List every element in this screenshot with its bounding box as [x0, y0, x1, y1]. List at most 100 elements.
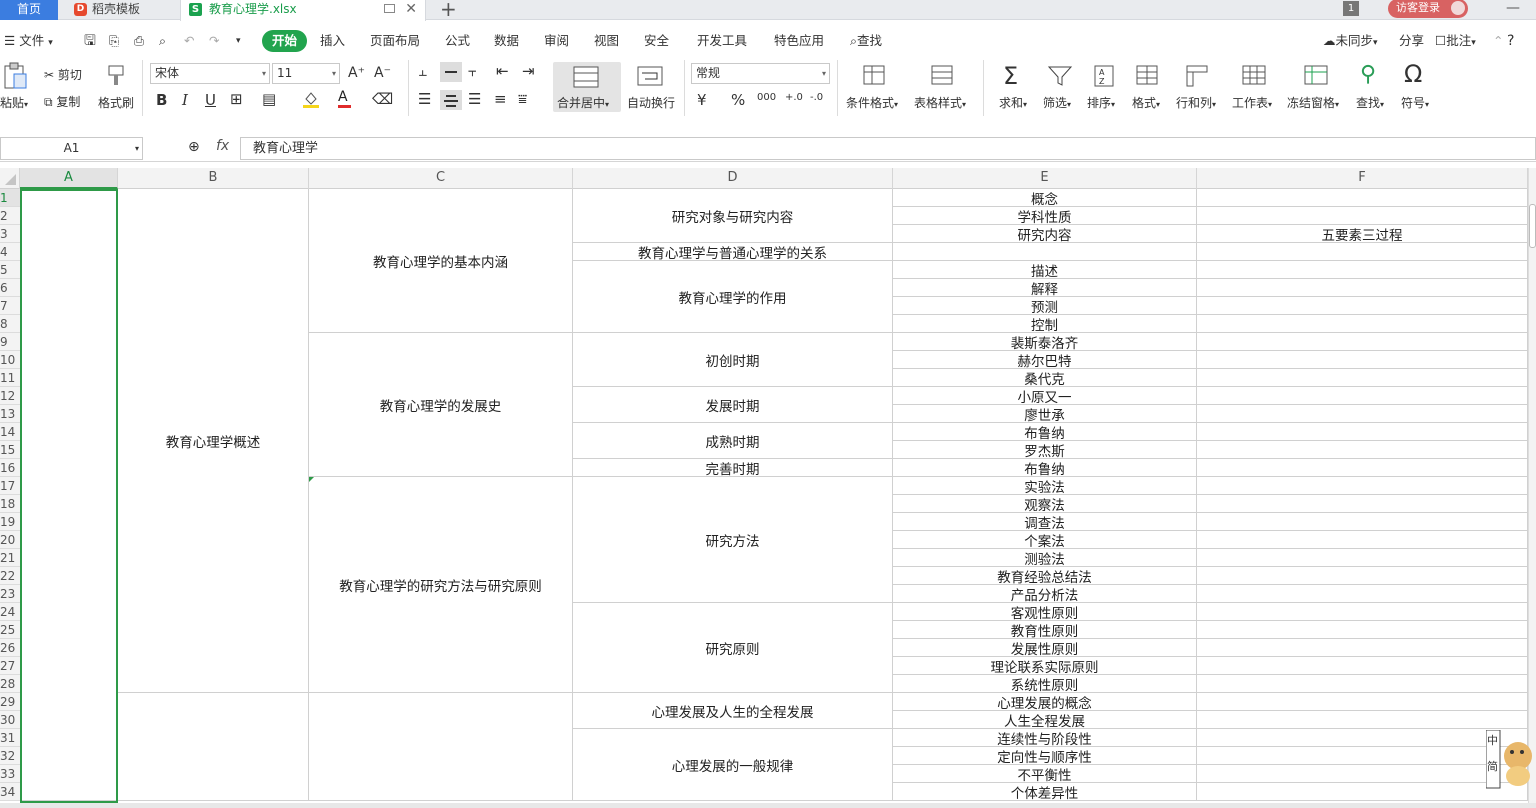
merge-center-button[interactable]: 合并居中▾: [553, 62, 621, 112]
cell-f[interactable]: [1197, 639, 1528, 657]
row-header[interactable]: 6: [0, 279, 20, 297]
row-header[interactable]: 3: [0, 225, 20, 243]
font-name-select[interactable]: 宋体 ▾: [150, 63, 270, 84]
font-size-select[interactable]: 11 ▾: [272, 63, 340, 84]
row-header[interactable]: 28: [0, 675, 20, 693]
share-button[interactable]: 分享: [1399, 30, 1424, 52]
cell-d-group[interactable]: 研究方法: [573, 477, 893, 603]
column-header-e[interactable]: E: [893, 168, 1197, 189]
omega-icon[interactable]: Ω: [1404, 60, 1422, 88]
cell-e[interactable]: 观察法: [893, 495, 1197, 513]
cell-c-group[interactable]: 教育心理学的发展史: [309, 333, 573, 477]
menu-tab-view[interactable]: 视图: [594, 30, 619, 52]
cell-f[interactable]: [1197, 369, 1528, 387]
row-header[interactable]: 22: [0, 567, 20, 585]
zoom-icon[interactable]: ⊕: [188, 139, 200, 155]
menu-tab-start[interactable]: 开始: [262, 30, 308, 52]
new-tab-button[interactable]: +: [440, 0, 457, 21]
sort-label[interactable]: 排序▾: [1087, 94, 1115, 111]
cell-f[interactable]: [1197, 585, 1528, 603]
row-header[interactable]: 9: [0, 333, 20, 351]
indent-increase-icon[interactable]: ⇥: [522, 62, 535, 80]
cell-d-group[interactable]: 心理发展及人生的全程发展: [573, 693, 893, 729]
cell-e[interactable]: 描述: [893, 261, 1197, 279]
row-header[interactable]: 25: [0, 621, 20, 639]
format-painter-label[interactable]: 格式刷: [98, 94, 134, 111]
cell-f[interactable]: [1197, 657, 1528, 675]
conditional-format-icon[interactable]: [862, 64, 888, 88]
row-header[interactable]: 30: [0, 711, 20, 729]
format-painter-icon[interactable]: [104, 64, 128, 88]
cell-f[interactable]: [1197, 333, 1528, 351]
cell-e[interactable]: 调查法: [893, 513, 1197, 531]
cell-c-empty[interactable]: [309, 693, 573, 801]
cell-e[interactable]: 教育性原则: [893, 621, 1197, 639]
row-header[interactable]: 16: [0, 459, 20, 477]
row-header[interactable]: 31: [0, 729, 20, 747]
cell-f[interactable]: [1197, 423, 1528, 441]
row-header[interactable]: 20: [0, 531, 20, 549]
row-header[interactable]: 13: [0, 405, 20, 423]
cell-e[interactable]: 个案法: [893, 531, 1197, 549]
cell-f[interactable]: [1197, 441, 1528, 459]
row-header[interactable]: 24: [0, 603, 20, 621]
cell-f[interactable]: [1197, 189, 1528, 207]
cell-e[interactable]: 不平衡性: [893, 765, 1197, 783]
cell-f[interactable]: [1197, 387, 1528, 405]
row-header[interactable]: 10: [0, 351, 20, 369]
row-header[interactable]: 11: [0, 369, 20, 387]
filter-label[interactable]: 筛选▾: [1043, 94, 1071, 111]
filter-icon[interactable]: [1047, 64, 1073, 88]
distribute-icon[interactable]: ⩸: [518, 90, 527, 108]
tab-template[interactable]: D 稻壳模板: [62, 0, 172, 20]
sync-button[interactable]: ☁未同步▾: [1323, 30, 1378, 52]
italic-button[interactable]: I: [182, 91, 188, 109]
find-icon[interactable]: ⚲: [1360, 62, 1376, 87]
cell-e[interactable]: 人生全程发展: [893, 711, 1197, 729]
print-preview-icon[interactable]: ⌕: [159, 30, 166, 52]
sum-label[interactable]: 求和▾: [999, 94, 1027, 111]
menu-tab-insert[interactable]: 插入: [320, 30, 345, 52]
align-top-icon[interactable]: ⫠: [418, 62, 427, 80]
cell-d-group[interactable]: 成熟时期: [573, 423, 893, 459]
export-icon[interactable]: ⎘: [109, 30, 119, 52]
cell-e[interactable]: 布鲁纳: [893, 423, 1197, 441]
redo-icon[interactable]: ↷: [209, 30, 219, 52]
decrease-decimal-button[interactable]: -.0: [810, 92, 823, 103]
row-header[interactable]: 17: [0, 477, 20, 495]
row-header[interactable]: 14: [0, 423, 20, 441]
eraser-icon[interactable]: ⌫: [372, 90, 393, 108]
cell-d-group[interactable]: 初创时期: [573, 333, 893, 387]
window-pin-icon[interactable]: [384, 4, 395, 13]
login-button[interactable]: 访客登录: [1388, 0, 1468, 18]
cell-e[interactable]: 赫尔巴特: [893, 351, 1197, 369]
row-header[interactable]: 27: [0, 657, 20, 675]
cell-f[interactable]: [1197, 603, 1528, 621]
menu-tab-formula[interactable]: 公式: [445, 30, 470, 52]
table-style-label[interactable]: 表格样式▾: [914, 94, 966, 111]
cell-e[interactable]: 测验法: [893, 549, 1197, 567]
cell-d-group[interactable]: 教育心理学的作用: [573, 261, 893, 333]
vertical-scrollbar[interactable]: [1528, 168, 1536, 808]
cell-c-group[interactable]: 教育心理学的基本内涵: [309, 189, 573, 333]
cell-e[interactable]: 裴斯泰洛齐: [893, 333, 1197, 351]
menu-search[interactable]: ⌕查找: [850, 30, 882, 52]
percent-button[interactable]: %: [731, 91, 745, 109]
worksheet-icon[interactable]: [1241, 64, 1267, 88]
cell-f[interactable]: [1197, 459, 1528, 477]
cell-d-group[interactable]: 完善时期: [573, 459, 893, 477]
cell-d-group[interactable]: 教育心理学与普通心理学的关系: [573, 243, 893, 261]
cell-e[interactable]: 产品分析法: [893, 585, 1197, 603]
conditional-format-label[interactable]: 条件格式▾: [846, 94, 898, 111]
cell-e[interactable]: 罗杰斯: [893, 441, 1197, 459]
row-col-icon[interactable]: [1185, 64, 1209, 88]
cell-f[interactable]: [1197, 207, 1528, 225]
cell-f[interactable]: [1197, 513, 1528, 531]
fill-style-icon[interactable]: ▤: [262, 90, 276, 108]
worksheet-label[interactable]: 工作表▾: [1232, 94, 1272, 111]
cell-b-empty[interactable]: [118, 693, 309, 801]
cell-e[interactable]: 概念: [893, 189, 1197, 207]
cell-d-group[interactable]: 研究原则: [573, 603, 893, 693]
number-format-select[interactable]: 常规 ▾: [691, 63, 830, 84]
function-icon[interactable]: fx: [216, 138, 229, 154]
